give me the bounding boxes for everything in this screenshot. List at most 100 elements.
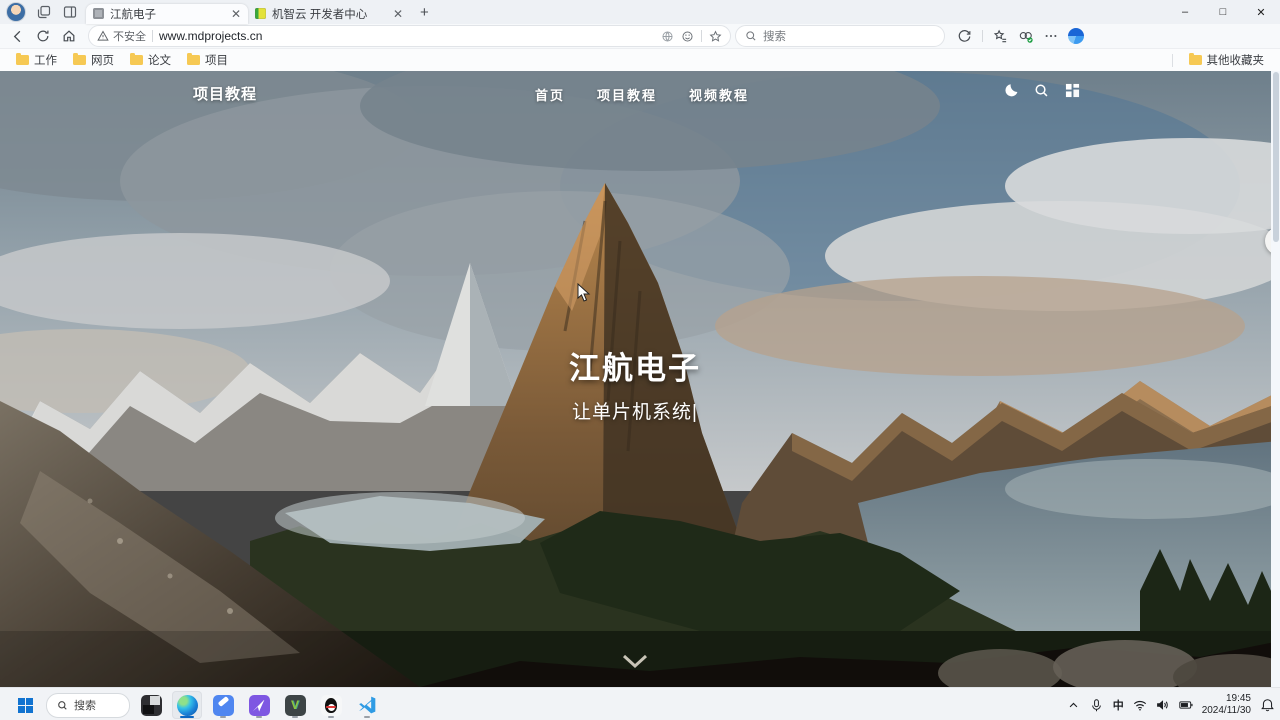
- minimize-button[interactable]: –: [1166, 0, 1204, 24]
- new-tab-button[interactable]: +: [420, 4, 429, 21]
- settings-more-icon[interactable]: [1044, 29, 1058, 43]
- desktop: 江航电子 ✕ 机智云 开发者中心 ✕ + – □ ✕ 不安全 www.mdpro…: [0, 0, 1280, 720]
- taskbar-app-vmware[interactable]: V: [280, 691, 310, 719]
- speaker-icon[interactable]: [1156, 698, 1170, 712]
- wifi-icon[interactable]: [1133, 698, 1147, 712]
- scroll-down-icon[interactable]: [620, 653, 650, 676]
- bookmark-folder-papers[interactable]: 论文: [122, 51, 179, 69]
- edge-icon: [176, 694, 198, 716]
- qq-penguin-icon: [320, 694, 342, 716]
- tab-favicon: [93, 8, 104, 19]
- bookmarks-bar: 工作 网页 论文 项目 其他收藏夹: [0, 49, 1280, 71]
- taskbar-app-qq[interactable]: [316, 691, 346, 719]
- nav-video-tutorials[interactable]: 视频教程: [689, 85, 749, 104]
- tab-favicon: [255, 8, 266, 19]
- search-icon: [58, 700, 67, 710]
- divider: [982, 30, 983, 42]
- tab-close-icon[interactable]: ✕: [393, 8, 403, 20]
- browser-tab-strip: 江航电子 ✕ 机智云 开发者中心 ✕ + – □ ✕: [0, 0, 1280, 24]
- browser-essentials-icon[interactable]: [957, 29, 972, 44]
- back-icon[interactable]: [6, 26, 28, 46]
- copilot-icon[interactable]: [1068, 28, 1084, 44]
- profile-avatar[interactable]: [6, 2, 26, 22]
- taskbar-app-designer[interactable]: [244, 691, 274, 719]
- security-warning-icon: [97, 30, 109, 41]
- microphone-icon[interactable]: [1090, 698, 1104, 712]
- dark-mode-moon-icon[interactable]: [1003, 83, 1018, 98]
- taskbar: 搜索 V 中 19:45 2024/11/30: [0, 687, 1280, 720]
- divider: [152, 30, 153, 42]
- clock-date: 2024/11/30: [1201, 705, 1251, 716]
- notification-bell-icon[interactable]: [1260, 698, 1274, 712]
- search-icon: [746, 31, 756, 41]
- nav-home[interactable]: 首页: [535, 85, 565, 104]
- tray-chevron-up-icon[interactable]: [1067, 698, 1081, 712]
- url-text: www.mdprojects.cn: [159, 29, 263, 43]
- hero-title: 江航电子: [569, 351, 701, 386]
- translate-icon[interactable]: [661, 30, 674, 43]
- vscode-icon: [359, 696, 376, 714]
- hero-text: 江航电子 让单片机系统|: [0, 343, 1270, 424]
- maximize-button[interactable]: □: [1204, 0, 1242, 24]
- page-scrollbar[interactable]: [1271, 71, 1280, 687]
- taskbar-app-notes[interactable]: [208, 691, 238, 719]
- feedback-smiley-icon[interactable]: [681, 30, 694, 43]
- taskbar-app-vscode[interactable]: [352, 691, 382, 719]
- security-label: 不安全: [113, 31, 146, 43]
- home-icon[interactable]: [58, 26, 80, 46]
- tab-jiang-hang[interactable]: 江航电子 ✕: [86, 3, 248, 24]
- workspaces-icon[interactable]: [36, 4, 52, 20]
- clock-time: 19:45: [1225, 692, 1251, 704]
- favorites-list-icon[interactable]: [993, 29, 1008, 44]
- folder-icon: [187, 52, 200, 65]
- nav-project-tutorials[interactable]: 项目教程: [597, 85, 657, 104]
- folder-icon: [16, 52, 29, 65]
- apps-grid-icon[interactable]: [1065, 83, 1080, 98]
- site-header: 项目教程 首页 项目教程 视频教程: [0, 71, 1280, 109]
- site-logo[interactable]: 项目教程: [193, 83, 257, 104]
- mouse-cursor: [577, 283, 591, 302]
- start-button[interactable]: [10, 691, 40, 719]
- vmware-icon: V: [284, 694, 306, 716]
- battery-icon[interactable]: [1178, 698, 1193, 712]
- site-search-icon[interactable]: [1034, 83, 1049, 98]
- other-favorites-label: 其他收藏夹: [1206, 55, 1265, 67]
- bookmark-folder-projects[interactable]: 项目: [179, 51, 236, 69]
- blue-pen-app-icon: [212, 694, 234, 716]
- window-controls: – □ ✕: [1166, 0, 1280, 24]
- bookmark-label: 网页: [91, 55, 114, 67]
- favorite-star-icon[interactable]: [709, 29, 722, 43]
- tab-close-icon[interactable]: ✕: [231, 8, 241, 20]
- typing-caret: |: [692, 402, 698, 423]
- tab-title: 江航电子: [110, 8, 156, 21]
- other-favorites-folder[interactable]: 其他收藏夹: [1181, 51, 1273, 69]
- refresh-icon[interactable]: [32, 26, 54, 46]
- search-placeholder: 搜索: [763, 31, 786, 43]
- folder-icon: [73, 52, 86, 65]
- folder-icon: [130, 52, 143, 65]
- tab-gizwits[interactable]: 机智云 开发者中心 ✕: [248, 4, 410, 24]
- page-viewport: 项目教程 首页 项目教程 视频教程 江航电子 让单片机系统|: [0, 71, 1280, 687]
- tab-actions-icon[interactable]: [62, 4, 78, 20]
- hero-subtitle: 让单片机系统|: [572, 402, 698, 423]
- bookmark-label: 项目: [205, 55, 228, 67]
- bookmark-folder-work[interactable]: 工作: [8, 51, 65, 69]
- taskbar-clock[interactable]: 19:45 2024/11/30: [1202, 693, 1251, 718]
- browser-toolbar: 不安全 www.mdprojects.cn 搜索: [0, 24, 1280, 49]
- purple-pen-app-icon: [248, 694, 270, 716]
- address-bar[interactable]: 不安全 www.mdprojects.cn: [88, 25, 731, 47]
- close-button[interactable]: ✕: [1242, 0, 1280, 24]
- sync-ok-icon[interactable]: [1018, 29, 1034, 44]
- taskbar-app-dark[interactable]: [136, 691, 166, 719]
- taskbar-search[interactable]: 搜索: [46, 692, 130, 718]
- bookmark-label: 工作: [34, 55, 57, 67]
- divider: [701, 30, 702, 42]
- bookmark-folder-web[interactable]: 网页: [65, 51, 122, 69]
- site-nav: 首页 项目教程 视频教程: [535, 85, 749, 104]
- dark-app-icon: [140, 694, 162, 716]
- scrollbar-thumb[interactable]: [1272, 72, 1279, 242]
- taskbar-app-edge[interactable]: [172, 691, 202, 719]
- taskbar-search-label: 搜索: [74, 700, 96, 712]
- sidebar-search-box[interactable]: 搜索: [735, 25, 945, 47]
- ime-indicator[interactable]: 中: [1113, 697, 1124, 713]
